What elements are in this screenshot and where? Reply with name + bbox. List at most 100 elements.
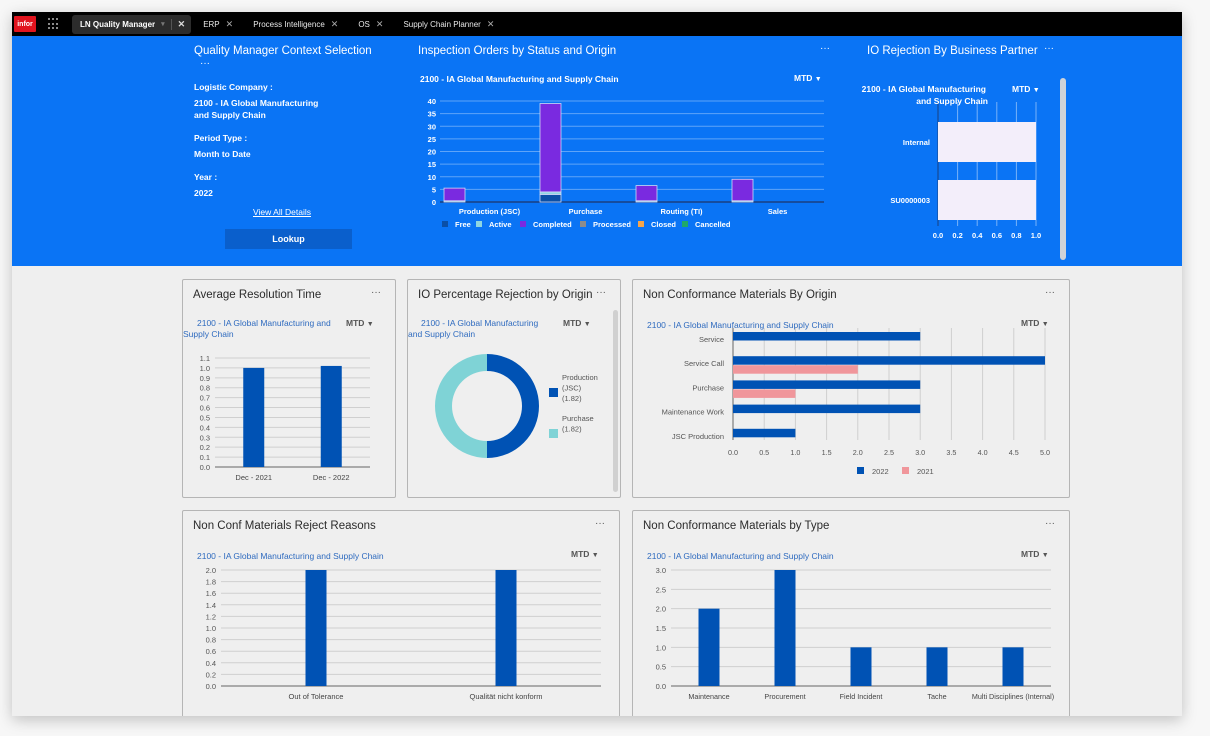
legend-swatch (857, 467, 864, 474)
x-tick-label: Out of Tolerance (289, 692, 344, 701)
subtitle-line2: and Supply Chain (408, 329, 476, 339)
close-icon[interactable]: ✕ (376, 19, 384, 30)
y-tick-label: 1.5 (656, 624, 666, 633)
close-icon[interactable]: ✕ (331, 19, 339, 30)
company-subtitle: 2100 - IA Global Manufacturing and Suppl… (183, 318, 335, 340)
legend-swatch (442, 221, 448, 227)
more-options-icon[interactable]: ··· (595, 518, 605, 529)
y-tick-label: 5 (432, 185, 436, 194)
period-dropdown[interactable]: MTD ▼ (563, 318, 591, 328)
caret-down-icon: ▼ (366, 321, 374, 328)
y-tick-label: 15 (428, 160, 436, 169)
period-dropdown[interactable]: MTD ▼ (571, 549, 599, 559)
chevron-down-icon[interactable]: ▾ (161, 20, 165, 28)
more-options-icon[interactable]: ··· (1045, 518, 1055, 529)
period-dropdown[interactable]: MTD ▼ (346, 318, 374, 328)
x-tick-label: 4.5 (1009, 448, 1019, 457)
y-tick-label: 1.2 (206, 612, 216, 621)
caret-down-icon: ▼ (814, 76, 822, 83)
x-tick-label: 2.5 (884, 448, 894, 457)
period-dropdown[interactable]: MTD ▼ (1012, 84, 1040, 94)
y-tick-label: 0.4 (206, 659, 216, 668)
legend-label: Purchase (562, 414, 594, 423)
period-dropdown[interactable]: MTD ▼ (1021, 549, 1049, 559)
view-all-details-link[interactable]: View All Details (182, 207, 382, 217)
legend-label: Cancelled (695, 220, 731, 229)
y-tick-label: 0.9 (200, 374, 210, 383)
y-tick-label: SU0000003 (890, 196, 930, 205)
x-tick-label: Field Incident (840, 692, 883, 701)
x-tick-label: 2.0 (853, 448, 863, 457)
tab-process-intelligence[interactable]: Process Intelligence ✕ (245, 15, 346, 34)
period-value: MTD (1012, 84, 1031, 94)
more-options-icon[interactable]: ··· (820, 43, 830, 54)
app-menu-grid-icon[interactable] (48, 18, 60, 30)
infor-logo[interactable]: infor (14, 16, 36, 32)
y-tick-label: 40 (428, 97, 436, 106)
x-tick-label: Multi Disciplines (Internal) (972, 692, 1054, 701)
legend-label: Processed (593, 220, 631, 229)
y-tick-label: Service Call (684, 359, 724, 368)
bar-2022 (733, 332, 921, 341)
x-tick-label: Purchase (569, 207, 603, 216)
more-options-icon[interactable]: ··· (1044, 43, 1054, 54)
bar (926, 647, 948, 686)
io-rejection-partner-widget: 0.0 0.2 0.4 0.6 0.8 1.0 Internal SU0000003 IO R… (850, 36, 1072, 266)
tab-os[interactable]: OS ✕ (350, 15, 391, 34)
period-type-value: Month to Date (194, 149, 251, 159)
widget-title: Inspection Orders by Status and Origin (418, 45, 617, 57)
vertical-scrollbar[interactable] (613, 310, 618, 492)
y-tick-label: JSC Production (672, 432, 724, 441)
more-options-icon[interactable]: ··· (596, 287, 606, 298)
close-icon[interactable]: ✕ (178, 19, 186, 30)
more-options-icon[interactable]: ··· (371, 287, 381, 298)
more-options-icon[interactable]: ··· (1045, 287, 1055, 298)
ncm-reject-reasons-chart: 0.0 0.2 0.4 0.6 0.8 1.0 1.2 1.4 1.6 1.8 2.0 Out of … (206, 566, 601, 701)
bar-2022 (733, 404, 921, 414)
legend-label: (1.82) (562, 425, 582, 434)
tab-ln-quality-manager[interactable]: LN Quality Manager ▾ ✕ (72, 14, 192, 34)
logistic-company-line2: and Supply Chain (194, 110, 266, 120)
tab-erp[interactable]: ERP ✕ (195, 15, 241, 34)
legend-label: 2022 (872, 467, 889, 476)
legend-swatch (520, 221, 526, 227)
close-icon[interactable]: ✕ (487, 19, 495, 30)
y-tick-label: 0.5 (656, 663, 666, 672)
company-subtitle: 2100 - IA Global Manufacturing and Suppl… (647, 551, 834, 561)
bar-2022 (733, 356, 1045, 365)
period-value: MTD (1021, 549, 1040, 559)
y-tick-label: Internal (903, 138, 930, 147)
legend-label: (JSC) (562, 384, 582, 393)
y-tick-label: 0 (432, 198, 436, 207)
legend-swatch (638, 221, 644, 227)
company-subtitle-line2: and Supply Chain (916, 96, 988, 106)
company-subtitle: 2100 - IA Global Manufacturing and Suppl… (647, 320, 834, 330)
ncm-by-type-card: 0.0 0.5 1.0 1.5 2.0 2.5 3.0 Maintenance Procurem… (632, 510, 1070, 716)
period-dropdown[interactable]: MTD ▼ (1021, 318, 1049, 328)
ncm-by-type-chart: 0.0 0.5 1.0 1.5 2.0 2.5 3.0 Maintenance Procurem… (656, 566, 1055, 701)
vertical-scrollbar[interactable] (1060, 78, 1066, 260)
bar (938, 180, 1036, 220)
y-tick-label: 25 (428, 135, 436, 144)
y-tick-label: 2.5 (656, 585, 666, 594)
lookup-button[interactable]: Lookup (225, 229, 352, 249)
context-title: Quality Manager Context Selection (194, 45, 372, 57)
period-dropdown[interactable]: MTD ▼ (794, 73, 822, 83)
ncm-reject-reasons-card: 0.0 0.2 0.4 0.6 0.8 1.0 1.2 1.4 1.6 1.8 2.0 Out of … (182, 510, 620, 716)
y-tick-label: Purchase (692, 383, 724, 392)
widget-title: Non Conf Materials Reject Reasons (193, 520, 376, 532)
donut-slice (487, 354, 539, 458)
bar (774, 570, 796, 686)
tab-supply-chain-planner[interactable]: Supply Chain Planner ✕ (395, 15, 502, 34)
more-options-icon[interactable]: ··· (200, 58, 210, 69)
bar (243, 367, 265, 467)
x-tick-label: Dec - 2022 (313, 473, 350, 482)
x-tick-label: Production (JSC) (459, 207, 521, 216)
widget-title: IO Rejection By Business Partner (867, 45, 1038, 57)
close-icon[interactable]: ✕ (226, 19, 234, 30)
y-tick-label: 1.6 (206, 589, 216, 598)
y-tick-label: 0.2 (200, 443, 210, 452)
inspection-orders-chart: 0 5 10 15 20 25 30 35 40 Production (JSC) Purchase… (428, 97, 824, 229)
avg-resolution-chart: 0.00.10.20.30.40.50.60.70.80.91.01.1 Dec … (200, 354, 370, 482)
company-subtitle: 2100 - IA Global Manufacturing and Suppl… (420, 74, 619, 84)
